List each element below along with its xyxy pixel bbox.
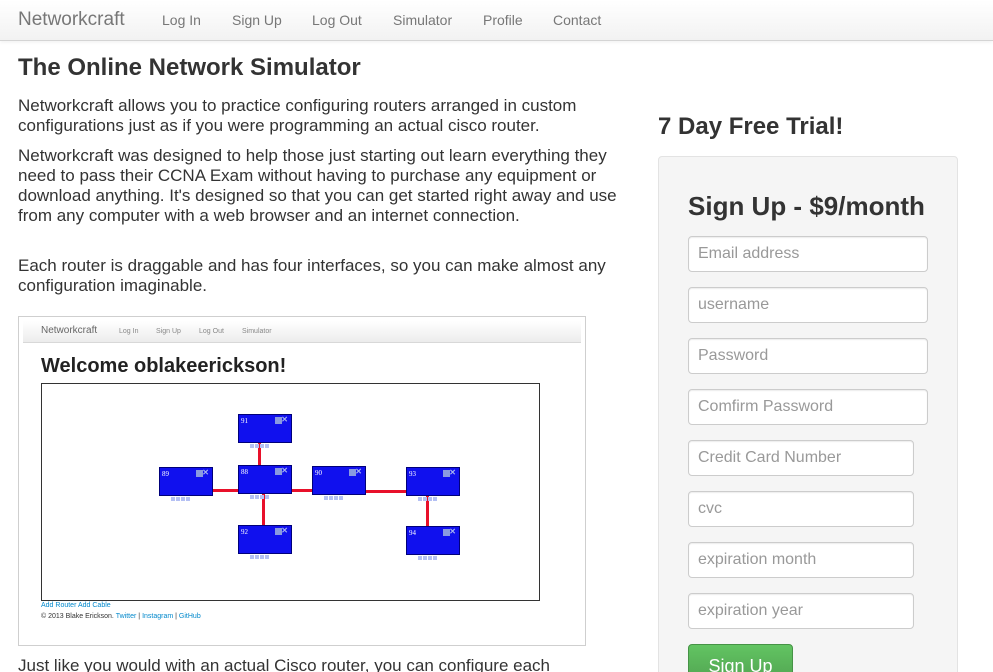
router-node[interactable]: 88 ✕ xyxy=(238,465,292,499)
footer-instagram-link: Instagram xyxy=(142,613,174,620)
page-title: The Online Network Simulator xyxy=(18,54,361,81)
nav-simulator[interactable]: Simulator xyxy=(393,12,452,28)
nav-login[interactable]: Log In xyxy=(162,12,201,28)
router-label: 94 xyxy=(409,529,416,537)
close-icon[interactable]: ✕ xyxy=(449,469,456,477)
footer-copyright: © 2013 Blake Erickson. xyxy=(41,613,114,620)
close-icon[interactable]: ✕ xyxy=(281,467,288,475)
router-ports xyxy=(171,488,195,501)
confirm-password-field[interactable] xyxy=(688,389,928,425)
close-icon[interactable]: ✕ xyxy=(281,416,288,424)
footer-twitter-link: Twitter xyxy=(115,613,137,620)
router-ports xyxy=(324,487,348,500)
screenshot-brand: Networkcraft xyxy=(41,325,98,336)
footer-github-link: GitHub xyxy=(178,613,201,620)
password-field[interactable] xyxy=(688,338,928,374)
screenshot-nav-login: Log In xyxy=(119,328,139,335)
router-node[interactable]: 92 ✕ xyxy=(238,525,292,559)
router-label: 91 xyxy=(241,417,248,425)
ccna-paragraph: Networkcraft was designed to help those … xyxy=(18,146,617,225)
router-label: 93 xyxy=(409,470,416,478)
router-ports xyxy=(418,547,442,560)
signup-button[interactable]: Sign Up xyxy=(688,644,793,672)
router-node[interactable]: 91 ✕ xyxy=(238,414,292,448)
expiration-year-field[interactable] xyxy=(688,593,914,629)
top-navbar: Networkcraft Log In Sign Up Log Out Simu… xyxy=(0,0,993,41)
screenshot-nav-logout: Log Out xyxy=(199,328,224,335)
footer-separator: | xyxy=(138,613,141,620)
brand-logo[interactable]: Networkcraft xyxy=(18,9,125,31)
router-node[interactable]: 93 ✕ xyxy=(406,467,460,501)
nav-contact[interactable]: Contact xyxy=(553,12,601,28)
configure-paragraph: Just like you would with an actual Cisco… xyxy=(18,656,551,672)
nav-profile[interactable]: Profile xyxy=(483,12,523,28)
router-label: 92 xyxy=(241,528,248,536)
router-ports xyxy=(250,486,274,499)
close-icon[interactable]: ✕ xyxy=(202,469,209,477)
intro-paragraph: Networkcraft allows you to practice conf… xyxy=(18,96,577,135)
footer-separator: | xyxy=(175,613,177,620)
screenshot-actions: Add Router Add Cable xyxy=(41,602,111,609)
router-label: 90 xyxy=(315,469,322,477)
router-node[interactable]: 94 ✕ xyxy=(406,526,460,560)
router-label: 89 xyxy=(162,470,169,478)
screenshot-footer: © 2013 Blake Erickson. Twitter | Instagr… xyxy=(41,613,201,620)
screenshot-welcome: Welcome oblakeerickson! xyxy=(41,355,287,377)
simulator-screenshot: Networkcraft Log In Sign Up Log Out Simu… xyxy=(18,316,586,646)
nav-signup[interactable]: Sign Up xyxy=(232,12,282,28)
simulator-canvas: 91 ✕ 89 ✕ 88 ✕ 90 ✕ 93 ✕ 92 ✕ 94 ✕ xyxy=(41,383,540,601)
credit-card-field[interactable] xyxy=(688,440,914,476)
screenshot-navbar: Networkcraft Log In Sign Up Log Out Simu… xyxy=(23,321,581,343)
router-node[interactable]: 90 ✕ xyxy=(312,466,366,500)
router-ports xyxy=(250,546,274,559)
nav-logout[interactable]: Log Out xyxy=(312,12,362,28)
username-field[interactable] xyxy=(688,287,928,323)
router-ports xyxy=(418,488,442,501)
expiration-month-field[interactable] xyxy=(688,542,914,578)
email-field[interactable] xyxy=(688,236,928,272)
router-paragraph: Each router is draggable and has four in… xyxy=(18,256,606,295)
close-icon[interactable]: ✕ xyxy=(281,527,288,535)
router-label: 88 xyxy=(241,468,248,476)
trial-title: 7 Day Free Trial! xyxy=(658,113,844,140)
close-icon[interactable]: ✕ xyxy=(355,468,362,476)
screenshot-nav-simulator: Simulator xyxy=(242,328,272,335)
screenshot-nav-signup: Sign Up xyxy=(156,328,181,335)
router-ports xyxy=(250,435,274,448)
cvc-field[interactable] xyxy=(688,491,914,527)
close-icon[interactable]: ✕ xyxy=(449,528,456,536)
router-node[interactable]: 89 ✕ xyxy=(159,467,213,501)
signup-title: Sign Up - $9/month xyxy=(688,191,925,221)
